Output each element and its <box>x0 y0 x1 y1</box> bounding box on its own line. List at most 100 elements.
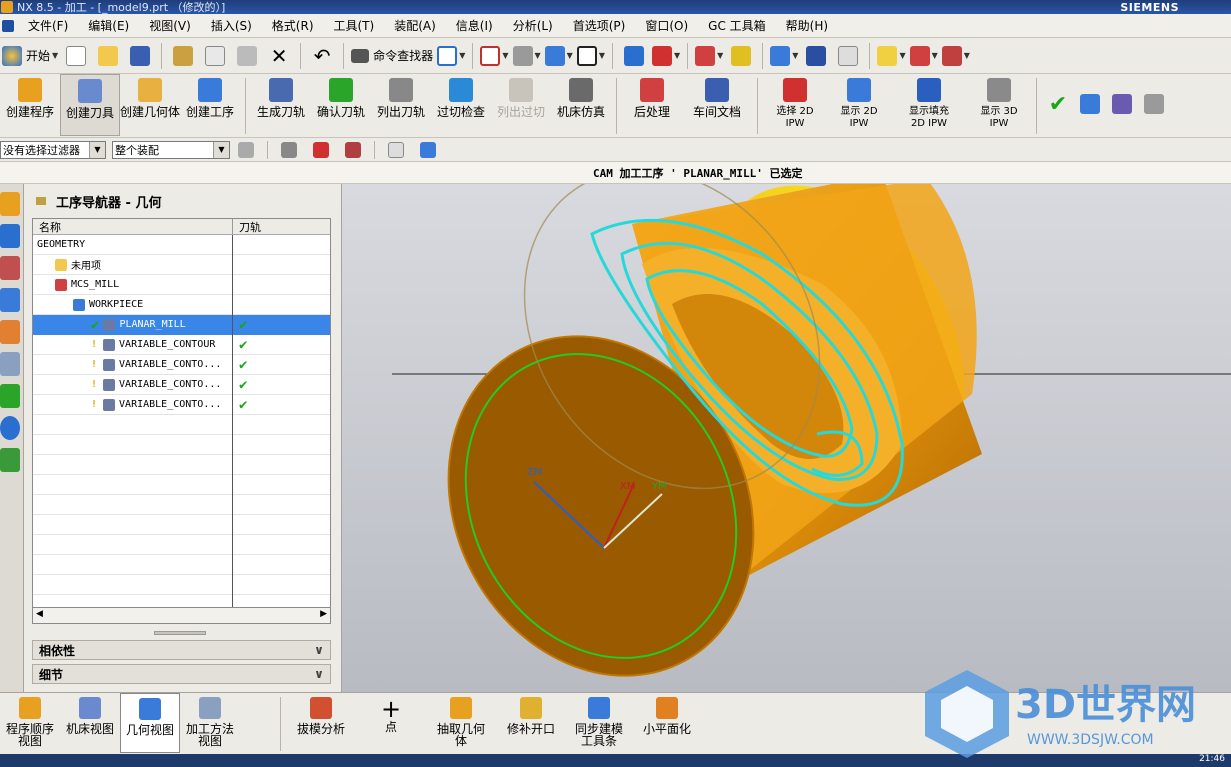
snap-point-button[interactable] <box>339 136 367 164</box>
column-toolpath-header[interactable]: 刀轨 <box>233 219 261 234</box>
table-row[interactable] <box>33 434 330 455</box>
table-row[interactable] <box>33 494 330 515</box>
create-geometry-button[interactable]: 创建几何体 <box>120 74 180 136</box>
undo-button[interactable]: ↶ <box>308 42 336 70</box>
graphics-window[interactable]: ZM XM YM <box>342 184 1231 692</box>
select-button[interactable]: ▼ <box>770 42 798 70</box>
dimension-button[interactable]: ▼ <box>941 42 970 70</box>
geometry-view-button[interactable]: 几何视图 <box>120 693 180 753</box>
menu-analysis[interactable]: 分析(L) <box>503 17 563 34</box>
pin-icon[interactable] <box>36 197 46 205</box>
select-body-button[interactable] <box>382 136 410 164</box>
table-row[interactable]: ! VARIABLE_CONTO... ✔ <box>33 354 330 375</box>
pointer-button[interactable] <box>834 42 862 70</box>
menu-info[interactable]: 信息(I) <box>446 17 503 34</box>
menu-help[interactable]: 帮助(H) <box>776 17 838 34</box>
fit-view-button[interactable]: ▼ <box>437 42 465 70</box>
feeds-button[interactable] <box>1076 90 1104 118</box>
show-3d-ipw-button[interactable]: 显示 3D IPW <box>967 74 1031 136</box>
app-menu-icon[interactable] <box>2 19 14 32</box>
select-solid-button[interactable] <box>414 136 442 164</box>
wcs-button[interactable]: ▼ <box>695 42 723 70</box>
approve-button[interactable]: ✔ <box>1044 90 1072 118</box>
table-row[interactable]: ✔ PLANAR_MILL ✔ <box>33 314 330 335</box>
postprocess-button[interactable]: 后处理 <box>622 74 682 136</box>
history-icon[interactable] <box>0 352 20 376</box>
extract-geometry-button[interactable]: 抽取几何体 <box>426 693 496 753</box>
gouge-check-button[interactable]: 过切检查 <box>431 74 491 136</box>
table-row[interactable] <box>33 514 330 535</box>
column-name-header[interactable]: 名称 <box>33 219 233 234</box>
splitter-handle[interactable] <box>154 631 206 635</box>
select-2-button[interactable] <box>802 42 830 70</box>
copy-button[interactable] <box>201 42 229 70</box>
distance-button[interactable]: ▼ <box>909 42 938 70</box>
tool-holder-button[interactable] <box>1140 90 1168 118</box>
table-row[interactable]: MCS_MILL <box>33 274 330 295</box>
create-tool-button[interactable]: 创建刀具 <box>60 74 120 136</box>
table-row[interactable]: ! VARIABLE_CONTOUR ✔ <box>33 334 330 355</box>
cut-button[interactable] <box>169 42 197 70</box>
point-button[interactable]: + 点 <box>356 693 426 753</box>
select-2d-ipw-button[interactable]: 选择 2D IPW <box>763 74 827 136</box>
create-program-button[interactable]: 创建程序 <box>0 74 60 136</box>
list-gouges-button[interactable]: 列出过切 <box>491 74 551 136</box>
scroll-left-icon[interactable]: ◀ <box>36 609 43 619</box>
program-order-view-button[interactable]: 程序顺序 视图 <box>0 693 60 753</box>
table-row[interactable]: 未用项 <box>33 254 330 275</box>
machine-tool-navigator-icon[interactable] <box>0 224 20 248</box>
menu-insert[interactable]: 插入(S) <box>201 17 262 34</box>
table-row[interactable]: ! VARIABLE_CONTO... ✔ <box>33 374 330 395</box>
show-fill-2d-ipw-button[interactable]: 显示填充 2D IPW <box>891 74 967 136</box>
selection-filter-select[interactable]: 没有选择过滤器 ▼ <box>0 140 106 159</box>
move-object-button[interactable]: ▼ <box>651 42 680 70</box>
menu-preferences[interactable]: 首选项(P) <box>563 17 636 34</box>
patch-opening-button[interactable]: 修补开口 <box>496 693 566 753</box>
menu-format[interactable]: 格式(R) <box>262 17 324 34</box>
snap-center-button[interactable] <box>307 136 335 164</box>
assembly-scope-select[interactable]: 整个装配 ▼ <box>112 140 230 159</box>
info-icon[interactable] <box>0 416 20 440</box>
table-row[interactable]: GEOMETRY <box>33 234 330 255</box>
create-operation-button[interactable]: 创建工序 <box>180 74 240 136</box>
orient-view-button[interactable]: ▼ <box>544 42 573 70</box>
table-row[interactable]: ! VARIABLE_CONTO... ✔ <box>33 394 330 415</box>
shop-documentation-button[interactable]: 车间文档 <box>682 74 752 136</box>
table-row[interactable] <box>33 594 330 607</box>
verify-toolpath-button[interactable]: 确认刀轨 <box>311 74 371 136</box>
facet-button[interactable]: 小平面化 <box>632 693 702 753</box>
filter-options-button[interactable] <box>232 136 260 164</box>
machining-method-view-button[interactable]: 加工方法 视图 <box>180 693 240 753</box>
palettes-icon[interactable] <box>0 384 20 408</box>
table-row[interactable]: WORKPIECE <box>33 294 330 315</box>
command-finder-button[interactable]: 命令查找器 <box>351 42 433 70</box>
render-style-button[interactable]: ▼ <box>512 42 541 70</box>
table-row[interactable] <box>33 534 330 555</box>
draft-analysis-button[interactable]: 拔模分析 <box>286 693 356 753</box>
menu-assembly[interactable]: 装配(A) <box>384 17 446 34</box>
show-2d-ipw-button[interactable]: 显示 2D IPW <box>827 74 891 136</box>
menu-tools[interactable]: 工具(T) <box>324 17 385 34</box>
delete-button[interactable]: ✕ <box>265 42 293 70</box>
background-button[interactable]: ▼ <box>576 42 605 70</box>
list-toolpath-button[interactable]: 列出刀轨 <box>371 74 431 136</box>
machine-simulation-button[interactable]: 机床仿真 <box>551 74 611 136</box>
assembly-navigator-icon[interactable] <box>0 288 20 312</box>
generate-toolpath-button[interactable]: 生成刀轨 <box>251 74 311 136</box>
details-panel-header[interactable]: 细节 ∨ <box>32 664 331 684</box>
table-row[interactable] <box>33 414 330 435</box>
table-row[interactable] <box>33 474 330 495</box>
menu-file[interactable]: 文件(F) <box>18 17 78 34</box>
transform-button[interactable] <box>620 42 648 70</box>
zoom-button[interactable]: ▼ <box>480 42 509 70</box>
scroll-right-icon[interactable]: ▶ <box>320 609 327 619</box>
roles-icon[interactable] <box>0 448 20 472</box>
menu-window[interactable]: 窗口(O) <box>635 17 698 34</box>
save-button[interactable] <box>126 42 154 70</box>
operation-navigator-tab-icon[interactable] <box>0 192 20 216</box>
table-row[interactable] <box>33 554 330 575</box>
paste-button[interactable] <box>233 42 261 70</box>
open-file-button[interactable] <box>94 42 122 70</box>
measure-button[interactable]: ▼ <box>877 42 906 70</box>
reuse-library-icon[interactable] <box>0 320 20 344</box>
